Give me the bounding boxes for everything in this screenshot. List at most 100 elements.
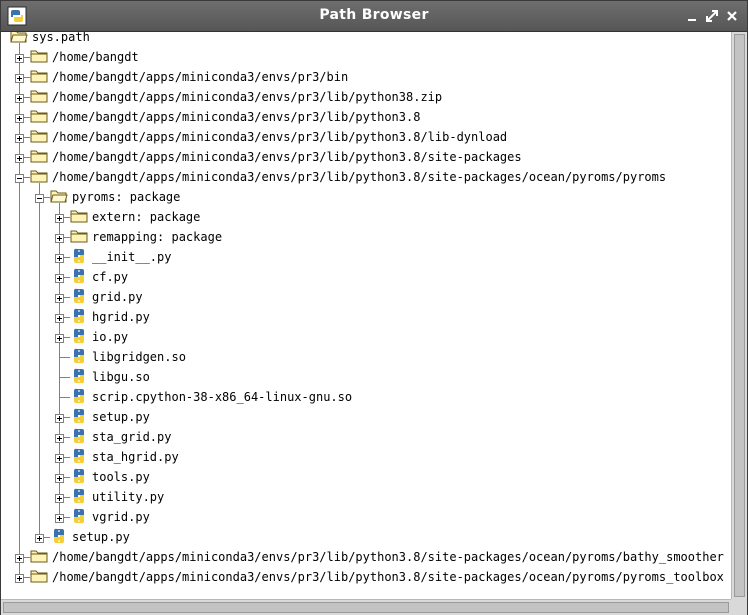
tree-row-label[interactable]: grid.py bbox=[92, 289, 143, 305]
expand-plus-icon[interactable] bbox=[15, 132, 24, 143]
tree-row-label[interactable]: pyroms: package bbox=[72, 189, 180, 205]
tree-row-file[interactable]: grid.py bbox=[1, 287, 731, 307]
title-bar[interactable]: Path Browser bbox=[1, 1, 747, 32]
tree-row-label[interactable]: setup.py bbox=[92, 409, 150, 425]
tree-row-label[interactable]: /home/bangdt bbox=[52, 49, 139, 65]
tree-row-label[interactable]: extern: package bbox=[92, 209, 200, 225]
tree-row-label[interactable]: hgrid.py bbox=[92, 309, 150, 325]
tree-row-file[interactable]: tools.py bbox=[1, 467, 731, 487]
close-icon[interactable] bbox=[724, 8, 740, 24]
tree-row-folder[interactable]: /home/bangdt/apps/miniconda3/envs/pr3/bi… bbox=[1, 67, 731, 87]
expand-plus-icon[interactable] bbox=[55, 232, 64, 243]
tree-row-label[interactable]: vgrid.py bbox=[92, 509, 150, 525]
tree-row-label[interactable]: libgridgen.so bbox=[92, 349, 186, 365]
tree-row-folder[interactable]: /home/bangdt/apps/miniconda3/envs/pr3/li… bbox=[1, 147, 731, 167]
tree-row-file[interactable]: io.py bbox=[1, 327, 731, 347]
expand-plus-icon[interactable] bbox=[15, 92, 24, 103]
tree-row-label[interactable]: /home/bangdt/apps/miniconda3/envs/pr3/li… bbox=[52, 549, 724, 565]
expand-plus-icon[interactable] bbox=[15, 52, 24, 63]
expand-plus-icon[interactable] bbox=[15, 552, 24, 563]
tree-row-label[interactable]: sys.path bbox=[32, 32, 90, 45]
folder-icon bbox=[30, 88, 48, 104]
tree-row-file[interactable]: setup.py bbox=[1, 527, 731, 547]
tree-row-folder[interactable]: remapping: package bbox=[1, 227, 731, 247]
folder-icon bbox=[30, 168, 48, 184]
tree-row-folder[interactable]: /home/bangdt/apps/miniconda3/envs/pr3/li… bbox=[1, 87, 731, 107]
tree-row-label[interactable]: sta_hgrid.py bbox=[92, 449, 179, 465]
minimize-icon[interactable] bbox=[684, 8, 700, 24]
tree-row-label[interactable]: /home/bangdt/apps/miniconda3/envs/pr3/li… bbox=[52, 89, 442, 105]
tree-row-file[interactable]: setup.py bbox=[1, 407, 731, 427]
folder-icon bbox=[30, 68, 48, 84]
tree-row-label[interactable]: cf.py bbox=[92, 269, 128, 285]
python-file-icon bbox=[70, 408, 88, 424]
expand-plus-icon[interactable] bbox=[55, 332, 64, 343]
tree-row-file[interactable]: libgu.so bbox=[1, 367, 731, 387]
tree-row-file[interactable]: scrip.cpython-38-x86_64-linux-gnu.so bbox=[1, 387, 731, 407]
expand-plus-icon[interactable] bbox=[55, 292, 64, 303]
tree-row-label[interactable]: setup.py bbox=[72, 529, 130, 545]
tree-row-folder[interactable]: extern: package bbox=[1, 207, 731, 227]
tree-row-label[interactable]: sta_grid.py bbox=[92, 429, 171, 445]
expand-plus-icon[interactable] bbox=[55, 212, 64, 223]
expand-plus-icon[interactable] bbox=[55, 312, 64, 323]
tree-row-label[interactable]: /home/bangdt/apps/miniconda3/envs/pr3/li… bbox=[52, 569, 724, 585]
tree-row-folder[interactable]: /home/bangdt bbox=[1, 47, 731, 67]
tree-row-label[interactable]: /home/bangdt/apps/miniconda3/envs/pr3/li… bbox=[52, 149, 522, 165]
expand-plus-icon[interactable] bbox=[15, 72, 24, 83]
expand-plus-icon[interactable] bbox=[15, 152, 24, 163]
tree-row-label[interactable]: remapping: package bbox=[92, 229, 222, 245]
tree-row-label[interactable]: utility.py bbox=[92, 489, 164, 505]
tree-row-file[interactable]: libgridgen.so bbox=[1, 347, 731, 367]
tree-row-label[interactable]: /home/bangdt/apps/miniconda3/envs/pr3/bi… bbox=[52, 69, 348, 85]
expand-plus-icon[interactable] bbox=[55, 512, 64, 523]
tree-row-file[interactable]: __init__.py bbox=[1, 247, 731, 267]
python-file-icon bbox=[70, 428, 88, 444]
folder-icon bbox=[30, 128, 48, 144]
tree-row-folder[interactable]: /home/bangdt/apps/miniconda3/envs/pr3/li… bbox=[1, 107, 731, 127]
python-file-icon bbox=[70, 388, 88, 404]
expand-plus-icon[interactable] bbox=[55, 492, 64, 503]
tree-row-file[interactable]: cf.py bbox=[1, 267, 731, 287]
expand-plus-icon[interactable] bbox=[55, 252, 64, 263]
expand-plus-icon[interactable] bbox=[15, 572, 24, 583]
tree-row-file[interactable]: sta_hgrid.py bbox=[1, 447, 731, 467]
tree-row-folder[interactable]: sys.path bbox=[1, 32, 731, 47]
tree-row-label[interactable]: scrip.cpython-38-x86_64-linux-gnu.so bbox=[92, 389, 352, 405]
tree-row-label[interactable]: __init__.py bbox=[92, 249, 171, 265]
tree-row-file[interactable]: sta_grid.py bbox=[1, 427, 731, 447]
tree-row-label[interactable]: io.py bbox=[92, 329, 128, 345]
tree-row-label[interactable]: /home/bangdt/apps/miniconda3/envs/pr3/li… bbox=[52, 129, 507, 145]
expand-plus-icon[interactable] bbox=[15, 112, 24, 123]
python-file-icon bbox=[70, 348, 88, 364]
maximize-icon[interactable] bbox=[704, 8, 720, 24]
expand-plus-icon[interactable] bbox=[55, 432, 64, 443]
tree-row-file[interactable]: utility.py bbox=[1, 487, 731, 507]
python-file-icon bbox=[70, 268, 88, 284]
collapse-minus-icon[interactable] bbox=[35, 192, 44, 203]
tree-row-folder[interactable]: /home/bangdt/apps/miniconda3/envs/pr3/li… bbox=[1, 127, 731, 147]
expand-plus-icon[interactable] bbox=[35, 532, 44, 543]
tree-guide-line-horizontal bbox=[59, 377, 70, 378]
tree-row-label[interactable]: /home/bangdt/apps/miniconda3/envs/pr3/li… bbox=[52, 109, 420, 125]
expand-plus-icon[interactable] bbox=[55, 452, 64, 463]
tree-row-folder[interactable]: pyroms: package bbox=[1, 187, 731, 207]
vertical-scroll-thumb[interactable] bbox=[734, 34, 745, 597]
tree-row-file[interactable]: vgrid.py bbox=[1, 507, 731, 527]
horizontal-scroll-thumb[interactable] bbox=[3, 602, 729, 613]
tree-row-label[interactable]: libgu.so bbox=[92, 369, 150, 385]
horizontal-scrollbar[interactable] bbox=[1, 599, 731, 615]
path-tree[interactable]: sys.path/home/bangdt/home/bangdt/apps/mi… bbox=[1, 32, 731, 599]
tree-row-folder[interactable]: /home/bangdt/apps/miniconda3/envs/pr3/li… bbox=[1, 167, 731, 187]
tree-row-folder[interactable]: /home/bangdt/apps/miniconda3/envs/pr3/li… bbox=[1, 567, 731, 587]
expand-plus-icon[interactable] bbox=[55, 472, 64, 483]
expand-plus-icon[interactable] bbox=[55, 272, 64, 283]
tree-row-label[interactable]: tools.py bbox=[92, 469, 150, 485]
tree-row-folder[interactable]: /home/bangdt/apps/miniconda3/envs/pr3/li… bbox=[1, 547, 731, 567]
tree-row-label[interactable]: /home/bangdt/apps/miniconda3/envs/pr3/li… bbox=[52, 169, 666, 185]
expand-plus-icon[interactable] bbox=[55, 412, 64, 423]
vertical-scrollbar[interactable] bbox=[731, 32, 747, 599]
folder-open-icon bbox=[10, 32, 28, 44]
tree-row-file[interactable]: hgrid.py bbox=[1, 307, 731, 327]
collapse-minus-icon[interactable] bbox=[15, 172, 24, 183]
